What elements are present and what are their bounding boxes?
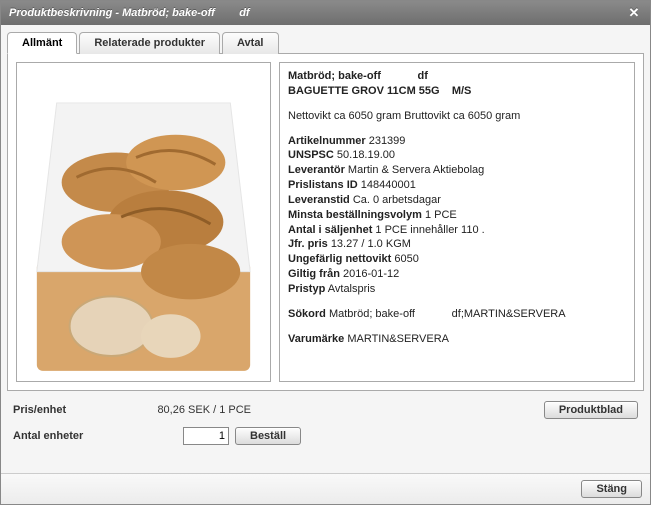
price-unit-label: Pris/enhet bbox=[13, 404, 143, 416]
close-icon[interactable]: ✕ bbox=[626, 5, 642, 21]
row-pack-qty: Antal i säljenhet 1 PCE innehåller 110 . bbox=[288, 223, 626, 238]
row-artnr: Artikelnummer 231399 bbox=[288, 134, 626, 149]
product-name-line2: BAGUETTE GROV 11CM 55G M/S bbox=[288, 84, 626, 99]
footer-area: Pris/enhet 80,26 SEK / 1 PCE Produktblad… bbox=[1, 391, 650, 451]
row-unspsc: UNSPSC 50.18.19.00 bbox=[288, 148, 626, 163]
qty-input[interactable] bbox=[183, 427, 229, 445]
tab-related-products[interactable]: Relaterade produkter bbox=[79, 32, 220, 54]
product-details: Matbröd; bake-off df BAGUETTE GROV 11CM … bbox=[279, 62, 635, 382]
bottom-bar: Stäng bbox=[1, 473, 650, 504]
order-button[interactable]: Beställ bbox=[235, 427, 301, 445]
row-supplier: Leverantör Martin & Servera Aktiebolag bbox=[288, 163, 626, 178]
row-brand: Varumärke MARTIN&SERVERA bbox=[288, 332, 626, 347]
price-unit-value: 80,26 SEK / 1 PCE bbox=[143, 404, 263, 416]
bread-image-svg bbox=[17, 63, 270, 381]
datasheet-button[interactable]: Produktblad bbox=[544, 401, 638, 419]
qty-row: Antal enheter Beställ bbox=[13, 427, 638, 445]
weight-line: Nettovikt ca 6050 gram Bruttovikt ca 605… bbox=[288, 109, 626, 124]
product-image bbox=[16, 62, 271, 382]
dialog-window: Produktbeskrivning - Matbröd; bake-off d… bbox=[0, 0, 651, 505]
row-approx-net: Ungefärlig nettovikt 6050 bbox=[288, 252, 626, 267]
row-lead-time: Leveranstid Ca. 0 arbetsdagar bbox=[288, 193, 626, 208]
row-price-type: Pristyp Avtalspris bbox=[288, 282, 626, 297]
content-panel: Matbröd; bake-off df BAGUETTE GROV 11CM … bbox=[7, 54, 644, 391]
tabs: Allmänt Relaterade produkter Avtal bbox=[7, 31, 644, 54]
row-keywords: Sökord Matbröd; bake-off df;MARTIN&SERVE… bbox=[288, 307, 626, 322]
close-button[interactable]: Stäng bbox=[581, 480, 642, 498]
window-title: Produktbeskrivning - Matbröd; bake-off d… bbox=[9, 7, 250, 19]
titlebar: Produktbeskrivning - Matbröd; bake-off d… bbox=[1, 1, 650, 25]
tab-general[interactable]: Allmänt bbox=[7, 32, 77, 54]
price-row: Pris/enhet 80,26 SEK / 1 PCE Produktblad bbox=[13, 401, 638, 419]
row-comp-price: Jfr. pris 13.27 / 1.0 KGM bbox=[288, 237, 626, 252]
row-valid-from: Giltig från 2016-01-12 bbox=[288, 267, 626, 282]
product-name-line1: Matbröd; bake-off df bbox=[288, 69, 626, 84]
row-min-qty: Minsta beställningsvolym 1 PCE bbox=[288, 208, 626, 223]
tab-agreement[interactable]: Avtal bbox=[222, 32, 279, 54]
row-pricelist-id: Prislistans ID 148440001 bbox=[288, 178, 626, 193]
qty-label: Antal enheter bbox=[13, 430, 143, 442]
